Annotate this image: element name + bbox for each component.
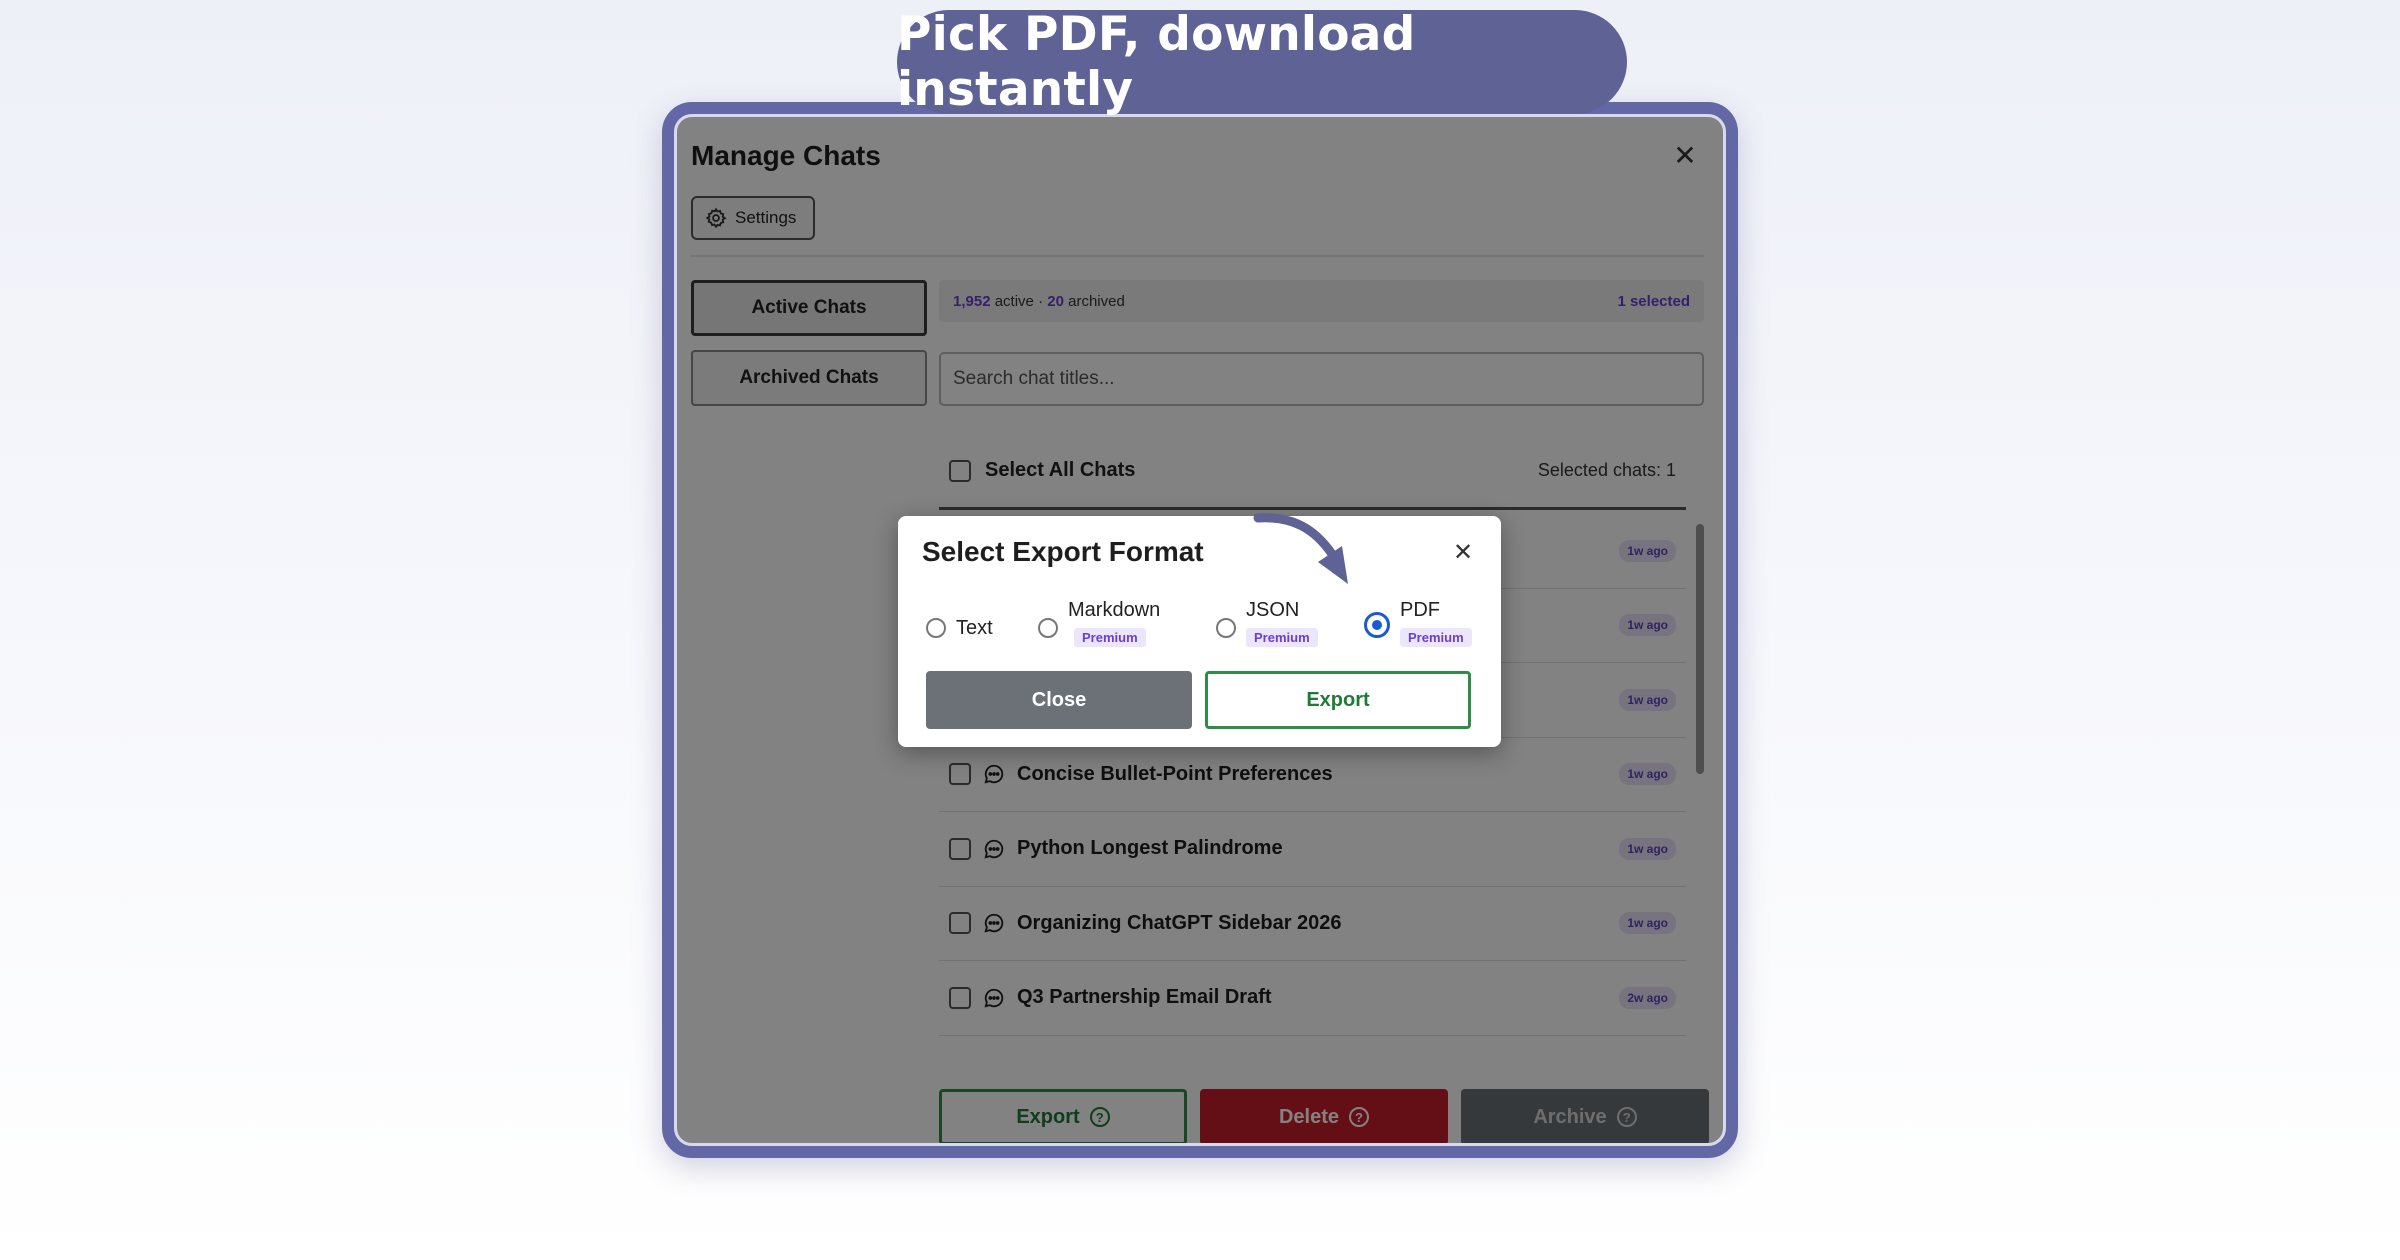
caption-text: Pick PDF, download instantly (897, 7, 1416, 117)
format-option-json[interactable]: JSON Premium (1216, 598, 1318, 647)
option-label: Text (956, 617, 993, 639)
radio-json[interactable] (1216, 618, 1236, 638)
dialog-close-button[interactable]: Close (926, 671, 1192, 729)
option-label: JSON (1246, 599, 1300, 621)
dialog-export-button[interactable]: Export (1205, 671, 1471, 729)
option-label: PDF (1400, 599, 1440, 621)
dialog-title: Select Export Format (922, 536, 1204, 567)
format-option-pdf[interactable]: PDF Premium (1364, 598, 1472, 647)
radio-markdown[interactable] (1038, 618, 1058, 638)
premium-badge: Premium (1074, 628, 1146, 647)
radio-pdf[interactable] (1364, 612, 1390, 638)
premium-badge: Premium (1400, 628, 1472, 647)
format-option-text[interactable]: Text (926, 606, 993, 640)
format-option-markdown[interactable]: Markdown Premium (1038, 598, 1160, 647)
export-format-dialog: Select Export Format ✕ Text Markdown Pre… (898, 516, 1501, 747)
pointer-arrow-icon (1253, 513, 1348, 584)
close-icon[interactable]: ✕ (1451, 539, 1475, 566)
premium-badge: Premium (1246, 628, 1318, 647)
radio-text[interactable] (926, 618, 946, 638)
option-label: Markdown (1068, 599, 1161, 621)
caption-banner: Pick PDF, download instantly (897, 7, 1627, 117)
